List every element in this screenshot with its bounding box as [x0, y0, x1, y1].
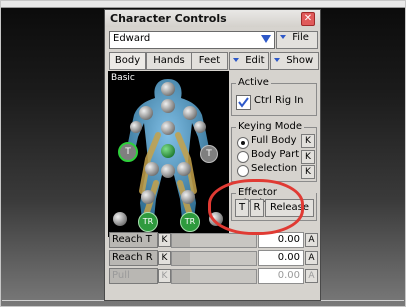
keying-mode-group: Keying Mode Full Body K Body Part K Sele…: [231, 121, 317, 182]
reach-t-row: Reach T K 0.00 A: [109, 232, 318, 248]
radio-selection[interactable]: [237, 165, 249, 177]
title-bar[interactable]: Character Controls ✕: [105, 10, 320, 27]
edit-menu-label: Edit: [245, 55, 265, 66]
radio-body-part-label: Body Part: [251, 149, 300, 160]
panel-title: Character Controls: [110, 12, 227, 25]
tab-feet[interactable]: Feet: [191, 52, 228, 70]
edit-menu-button[interactable]: Edit: [229, 52, 269, 70]
reach-t-label: Reach T: [109, 232, 158, 248]
reach-r-label: Reach R: [109, 250, 158, 266]
key-selection-button[interactable]: K: [301, 165, 315, 179]
close-button[interactable]: ✕: [301, 12, 315, 26]
ctrl-rig-checkbox[interactable]: [236, 95, 251, 110]
tab-body[interactable]: Body: [109, 52, 146, 70]
radio-full-body-label: Full Body: [251, 135, 297, 146]
reach-t-slider[interactable]: [171, 233, 257, 248]
key-body-part-button[interactable]: K: [301, 150, 315, 164]
figure-label: Basic: [111, 73, 135, 83]
file-menu-button[interactable]: File: [276, 31, 318, 49]
show-menu-button[interactable]: Show: [270, 52, 319, 70]
pull-slider-thumb[interactable]: [172, 270, 190, 283]
pull-label: Pull: [109, 268, 158, 284]
active-group: Active Ctrl Rig In: [231, 77, 317, 116]
file-menu-label: File: [292, 32, 309, 43]
character-controls-panel: Character Controls ✕ Edward File Body Ha…: [104, 9, 321, 301]
dropdown-arrow-icon: [274, 57, 280, 62]
chevron-down-icon[interactable]: [261, 35, 271, 43]
active-group-title: Active: [236, 77, 271, 88]
reach-r-key-button[interactable]: K: [158, 251, 171, 265]
effector-left-hand-t[interactable]: T: [118, 142, 138, 162]
reach-t-key-button[interactable]: K: [158, 233, 171, 247]
radio-selection-label: Selection: [251, 163, 298, 174]
effector-right-foot-tr[interactable]: TR: [180, 212, 200, 232]
reach-r-row: Reach R K 0.00 A: [109, 250, 318, 266]
reach-t-slider-thumb[interactable]: [172, 234, 190, 247]
reach-t-a-button[interactable]: A: [305, 233, 318, 247]
pull-a-button[interactable]: A: [305, 269, 318, 283]
pull-slider[interactable]: [171, 269, 257, 284]
effector-pinning-highlight-circle: [208, 179, 304, 235]
reach-r-a-button[interactable]: A: [305, 251, 318, 265]
pull-row: Pull K 0.00 A: [109, 268, 318, 284]
radio-body-part[interactable]: [237, 151, 249, 163]
show-menu-label: Show: [286, 55, 314, 66]
effector-left-foot-tr[interactable]: TR: [138, 212, 158, 232]
reach-r-slider-thumb[interactable]: [172, 252, 190, 265]
pull-value[interactable]: 0.00: [258, 268, 304, 284]
tab-hands[interactable]: Hands: [146, 52, 192, 70]
ctrl-rig-label: Ctrl Rig In: [254, 95, 304, 106]
checkmark-icon: [238, 97, 249, 108]
pull-key-button[interactable]: K: [158, 269, 171, 283]
dropdown-arrow-icon: [280, 34, 286, 39]
reach-r-slider[interactable]: [171, 251, 257, 266]
key-full-body-button[interactable]: K: [301, 134, 315, 148]
keying-mode-title: Keying Mode: [236, 121, 305, 132]
character-select[interactable]: Edward: [109, 31, 275, 49]
character-selected-value: Edward: [113, 33, 151, 44]
reach-r-value[interactable]: 0.00: [258, 250, 304, 266]
dropdown-arrow-icon: [233, 57, 239, 62]
effector-right-hand-t[interactable]: T: [200, 145, 218, 163]
radio-full-body[interactable]: [237, 137, 249, 149]
